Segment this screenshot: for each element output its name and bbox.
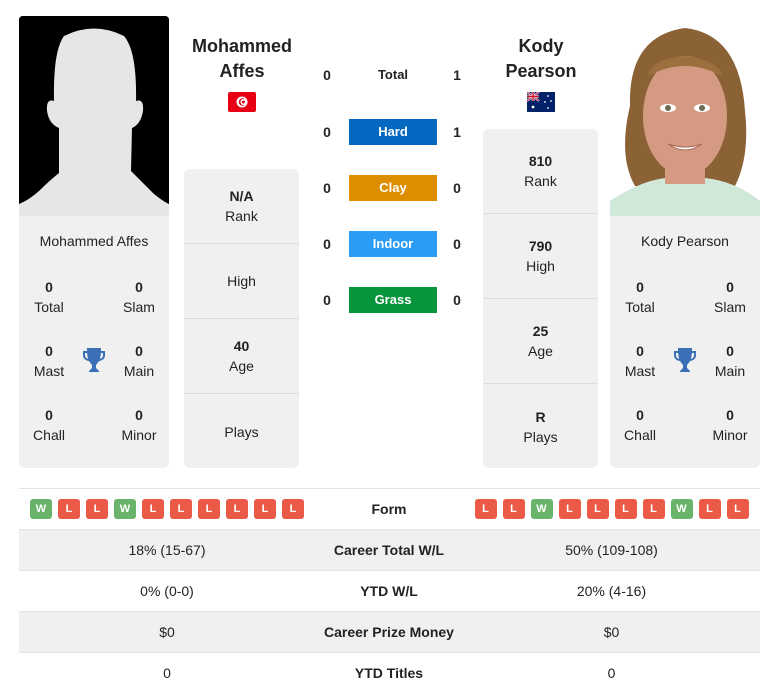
player1-titles-card: Mohammed Affes 0 Total 0 Slam 0 Mast 0 M… (19, 216, 169, 468)
player1-info-card: N/A Rank High 40 Age Plays (184, 169, 299, 468)
loss-badge[interactable]: L (726, 499, 749, 519)
player1-high: High (184, 244, 299, 319)
player1-total-titles: 0 Total (34, 279, 64, 315)
h2h-row-hard: 0 Hard 1 (310, 119, 475, 145)
table-row: $0 Career Prize Money $0 (19, 611, 760, 652)
form-label: Form (371, 501, 407, 517)
surface-grass-badge[interactable]: Grass (349, 287, 437, 313)
player1-plays: Plays (224, 423, 259, 440)
loss-badge[interactable]: L (586, 499, 609, 519)
surface-total-label: Total (377, 67, 409, 82)
player2-rank: 810 Rank (483, 129, 598, 214)
loss-badge[interactable]: L (614, 499, 637, 519)
player1-name-link[interactable]: Mohammed Affes (182, 34, 302, 84)
player2-slam-titles: 0 Slam (714, 279, 746, 315)
player2-info-card: 810 Rank 790 High 25 Age R Plays (483, 129, 598, 468)
win-badge[interactable]: W (670, 499, 693, 519)
trophy-icon (83, 348, 105, 372)
loss-badge[interactable]: L (170, 499, 192, 519)
loss-badge[interactable]: L (474, 499, 497, 519)
loss-badge[interactable]: L (86, 499, 108, 519)
loss-badge[interactable]: L (698, 499, 721, 519)
player2-high: 790 High (483, 214, 598, 299)
surface-indoor-badge[interactable]: Indoor (349, 231, 437, 257)
player1-slam-titles: 0 Slam (123, 279, 155, 315)
loss-badge[interactable]: L (254, 499, 276, 519)
player1-age: 40 Age (184, 319, 299, 394)
win-badge[interactable]: W (114, 499, 136, 519)
player1-form: WLLWLLLLLL (19, 499, 315, 519)
player2-main-titles: 0 Main (714, 343, 746, 379)
player2-titles-card: Kody Pearson 0 Total 0 Slam 0 Mast 0 Mai… (610, 216, 760, 468)
h2h-row-indoor: 0 Indoor 0 (310, 231, 475, 257)
player2-photo (610, 16, 760, 216)
player2-age: 25 Age (483, 299, 598, 384)
h2h-row-grass: 0 Grass 0 (310, 287, 475, 313)
loss-badge[interactable]: L (198, 499, 220, 519)
surface-hard-badge[interactable]: Hard (349, 119, 437, 145)
player1-photo (19, 16, 169, 216)
h2h-row-clay: 0 Clay 0 (310, 175, 475, 201)
player1-mast-titles: 0 Mast (33, 343, 65, 379)
player2-card-name: Kody Pearson (641, 233, 729, 249)
player-headshot-icon (610, 16, 760, 216)
player2-chall-titles: 0 Chall (624, 407, 656, 443)
loss-badge[interactable]: L (142, 499, 164, 519)
australia-flag-icon (527, 92, 555, 112)
form-row: WLLWLLLLLL Form LLWLLLLWLL (19, 488, 760, 529)
player1-minor-titles: 0 Minor (121, 407, 157, 443)
h2h-row-total: 0 Total 1 (310, 62, 475, 88)
player1-main-titles: 0 Main (123, 343, 155, 379)
player2-minor-titles: 0 Minor (712, 407, 748, 443)
player2-form: LLWLLLLWLL (463, 499, 760, 519)
comparison-table: WLLWLLLLLL Form LLWLLLLWLL 18% (15-67) C… (19, 488, 760, 693)
loss-badge[interactable]: L (58, 499, 80, 519)
loss-badge[interactable]: L (502, 499, 525, 519)
player1-rank: N/A Rank (184, 169, 299, 244)
player2-mast-titles: 0 Mast (624, 343, 656, 379)
silhouette-icon (19, 16, 169, 216)
win-badge[interactable]: W (30, 499, 52, 519)
player1-card-name: Mohammed Affes (39, 233, 149, 249)
surface-clay-badge[interactable]: Clay (349, 175, 437, 201)
table-row: 0% (0-0) YTD W/L 20% (4-16) (19, 570, 760, 611)
trophy-icon (674, 348, 696, 372)
loss-badge[interactable]: L (642, 499, 665, 519)
player2-name-link[interactable]: Kody Pearson (481, 34, 601, 84)
loss-badge[interactable]: L (558, 499, 581, 519)
loss-badge[interactable]: L (226, 499, 248, 519)
table-row: 0 YTD Titles 0 (19, 652, 760, 693)
win-badge[interactable]: W (530, 499, 553, 519)
player2-plays: R Plays (523, 408, 558, 445)
tunisia-flag-icon (228, 92, 256, 112)
player1-chall-titles: 0 Chall (33, 407, 65, 443)
table-row: 18% (15-67) Career Total W/L 50% (109-10… (19, 529, 760, 570)
player2-total-titles: 0 Total (625, 279, 655, 315)
loss-badge[interactable]: L (282, 499, 304, 519)
